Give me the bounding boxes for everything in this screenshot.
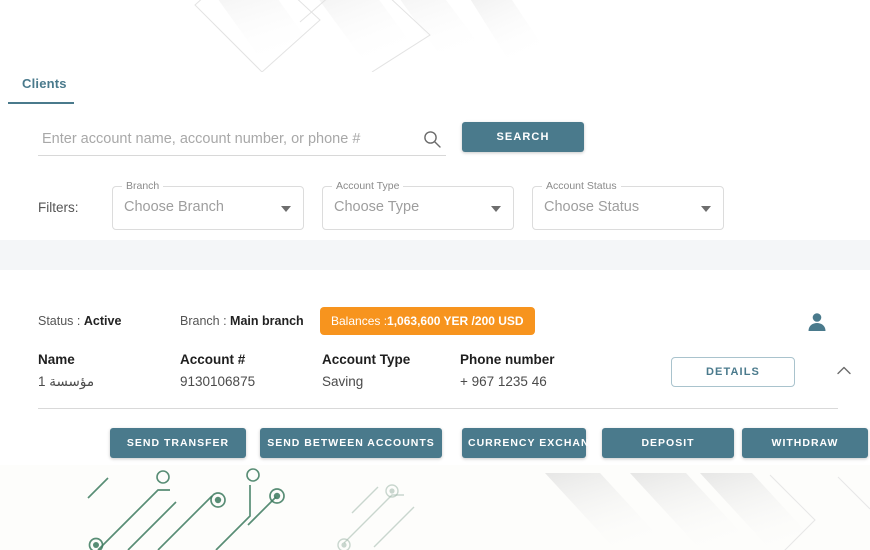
chevron-down-icon[interactable] — [281, 206, 291, 212]
chevron-up-icon[interactable] — [833, 360, 855, 382]
status-label: Status : — [38, 314, 81, 328]
column-account-type-value: Saving — [322, 374, 364, 389]
filters-label: Filters: — [38, 200, 79, 215]
client-meta-row: Status : Active Branch : Main branch Bal… — [38, 307, 838, 338]
branch-value: Main branch — [230, 314, 304, 328]
person-icon-svg — [808, 313, 826, 331]
filter-branch-select[interactable]: Branch Choose Branch — [112, 180, 304, 230]
tab-bar: Clients — [0, 72, 870, 104]
withdraw-button[interactable]: WITHDRAW — [742, 428, 868, 458]
balance-prefix: Balances : — [331, 314, 388, 328]
chevron-down-icon[interactable] — [491, 206, 501, 212]
column-account-number-value: 9130106875 — [180, 374, 256, 389]
filter-account-type-select[interactable]: Account Type Choose Type — [322, 180, 514, 230]
chevron-down-icon[interactable] — [701, 206, 711, 212]
deposit-button[interactable]: DEPOSIT — [602, 428, 734, 458]
deco-top-svg — [0, 0, 870, 72]
column-account-type: Account Type Saving — [322, 352, 410, 389]
column-account-number-header: Account # — [180, 352, 246, 367]
background-decoration-bottom — [0, 465, 870, 550]
filter-account-type-value: Choose Type — [334, 199, 420, 215]
column-phone-number-header: Phone number — [460, 352, 555, 367]
background-decoration-top — [0, 0, 870, 72]
chevron-up-icon-svg — [837, 366, 851, 375]
send-transfer-button[interactable]: SEND TRANSFER — [110, 428, 246, 458]
section-separator-band — [0, 240, 870, 270]
filter-account-type-legend: Account Type — [332, 180, 404, 192]
column-account-number: Account # 9130106875 — [180, 352, 255, 389]
balance-value: 1,063,600 YER /200 USD — [387, 314, 524, 328]
search-icon[interactable] — [422, 129, 442, 149]
search-icon-svg — [424, 131, 441, 148]
column-name: Name مؤسسة 1 — [38, 352, 94, 390]
filter-branch-value: Choose Branch — [124, 199, 224, 215]
tab-clients[interactable]: Clients — [14, 74, 75, 99]
filter-account-status-value: Choose Status — [544, 199, 640, 215]
column-name-value: مؤسسة 1 — [38, 374, 95, 389]
search-button[interactable]: SEARCH — [462, 122, 584, 152]
column-phone-number-value: + 967 1235 46 — [460, 374, 547, 389]
tab-clients-label: Clients — [22, 76, 67, 91]
filter-account-status-select[interactable]: Account Status Choose Status — [532, 180, 724, 230]
column-account-type-header: Account Type — [322, 352, 411, 367]
action-button-row: SEND TRANSFER SEND BETWEEN ACCOUNTS CURR… — [38, 428, 868, 458]
send-between-accounts-button[interactable]: SEND BETWEEN ACCOUNTS — [260, 428, 442, 458]
card-divider — [38, 408, 838, 409]
filters-row: Filters: Branch Choose Branch Account Ty… — [38, 180, 838, 232]
column-name-header: Name — [38, 352, 75, 367]
filter-account-status-legend: Account Status — [542, 180, 621, 192]
filter-branch-legend: Branch — [122, 180, 164, 192]
column-phone-number: Phone number + 967 1235 46 — [460, 352, 555, 389]
person-icon[interactable] — [806, 310, 828, 334]
client-result-card: Status : Active Branch : Main branch Bal… — [0, 270, 870, 470]
app-root: Clients SEARCH Filters: Branch Choose — [0, 0, 870, 550]
search-input-wrapper[interactable] — [38, 124, 446, 156]
client-detail-row: Name مؤسسة 1 Account # 9130106875 Accoun… — [38, 352, 851, 400]
balance-badge: Balances :1,063,600 YER /200 USD — [320, 307, 535, 335]
search-input[interactable] — [40, 124, 410, 154]
status-value: Active — [83, 314, 122, 328]
branch-label: Branch : — [180, 314, 227, 328]
currency-exchange-button[interactable]: CURRENCY EXCHANGE — [462, 428, 606, 458]
status-field: Status : Active — [38, 314, 121, 328]
details-button[interactable]: DETAILS — [671, 357, 795, 387]
branch-field: Branch : Main branch — [180, 314, 304, 328]
search-filter-card: SEARCH Filters: Branch Choose Branch Acc… — [0, 104, 870, 240]
deco-bottom-svg — [0, 465, 870, 550]
search-row: SEARCH — [38, 122, 588, 158]
